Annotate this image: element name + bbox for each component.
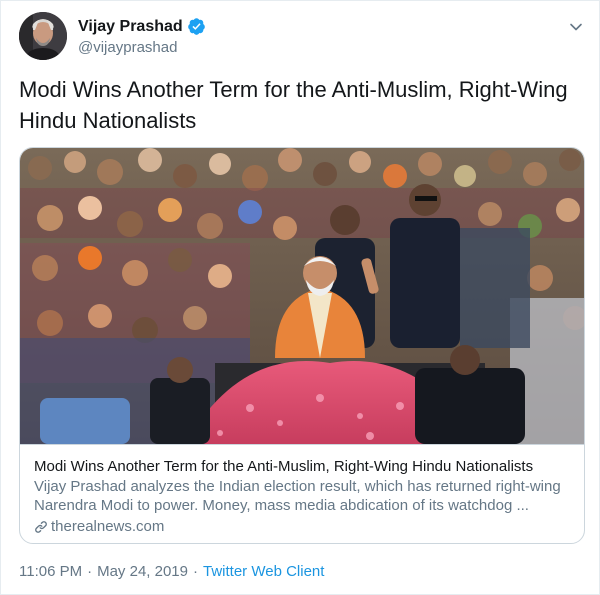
- card-title: Modi Wins Another Term for the Anti-Musl…: [34, 458, 534, 475]
- tweet-footer: 11:06 PM · May 24, 2019 · Twitter Web Cl…: [19, 561, 324, 581]
- tweet: Vijay Prashad @vijayprashad Modi Wins An…: [0, 0, 600, 595]
- verified-badge-icon: [187, 17, 206, 36]
- tweet-text: Modi Wins Another Term for the Anti-Musl…: [19, 77, 568, 133]
- card-image[interactable]: [20, 148, 584, 444]
- separator: ·: [87, 562, 93, 580]
- tweet-date[interactable]: May 24, 2019: [97, 563, 188, 580]
- link-card[interactable]: Modi Wins Another Term for the Anti-Musl…: [19, 147, 585, 544]
- display-name-row: Vijay Prashad: [78, 16, 206, 37]
- avatar[interactable]: [19, 12, 67, 60]
- card-domain-row: therealnews.com: [34, 517, 572, 536]
- handle[interactable]: @vijayprashad: [78, 39, 206, 56]
- tweet-header: Vijay Prashad @vijayprashad: [19, 12, 585, 62]
- user-names: Vijay Prashad @vijayprashad: [78, 16, 206, 56]
- link-icon: [34, 520, 48, 534]
- display-name[interactable]: Vijay Prashad: [78, 18, 183, 36]
- card-body[interactable]: Modi Wins Another Term for the Anti-Musl…: [20, 444, 584, 543]
- card-description: Vijay Prashad analyzes the Indian electi…: [34, 478, 561, 514]
- separator: ·: [193, 562, 198, 580]
- card-domain: therealnews.com: [51, 518, 165, 535]
- tweet-time[interactable]: 11:06 PM: [19, 563, 82, 580]
- tweet-source-link[interactable]: Twitter Web Client: [203, 563, 324, 580]
- chevron-down-icon[interactable]: [567, 18, 585, 36]
